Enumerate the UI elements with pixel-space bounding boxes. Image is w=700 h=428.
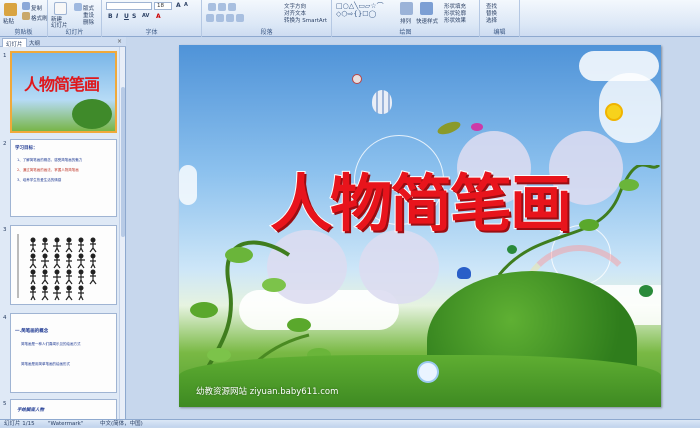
tab-slides[interactable]: 幻灯片 xyxy=(2,38,27,48)
slide-thumbnail-3[interactable] xyxy=(10,225,117,305)
pink-flower-icon xyxy=(471,123,483,131)
copy-button[interactable]: 复制 xyxy=(31,4,42,12)
panel-tabs: 幻灯片 大纲 × xyxy=(0,37,126,48)
justify-icon[interactable] xyxy=(236,14,244,22)
paragraph-group-label: 段落 xyxy=(260,29,273,36)
align-right-icon[interactable] xyxy=(226,14,234,22)
white-flower-icon xyxy=(419,363,437,381)
slides-panel: 幻灯片 大纲 × 1 人物简笔画 2 学习目标： 1、了解简笔画的概念，感受简笔… xyxy=(0,37,126,419)
indent-icon[interactable] xyxy=(228,3,236,11)
slide-title[interactable]: 人物简笔画 xyxy=(179,153,661,243)
editing-group: 查找 替换 选择 编辑 xyxy=(480,0,520,37)
slide-thumbnail-1[interactable]: 人物简笔画 xyxy=(10,51,117,133)
hot-air-balloon-icon xyxy=(372,90,392,114)
shape-effects-button[interactable]: 形状效果 xyxy=(444,16,466,24)
tree-shape xyxy=(72,99,112,129)
font-color-button[interactable]: A xyxy=(156,13,161,20)
thumb-line: 简笔画是用简单笔画的绘画形式 xyxy=(21,362,70,366)
drawing-group-label: 绘图 xyxy=(399,29,412,36)
format-painter-icon[interactable] xyxy=(22,12,30,20)
scrollbar-thumb[interactable] xyxy=(121,87,125,237)
thumb-number: 3 xyxy=(3,227,7,233)
balloon-icon xyxy=(352,74,362,84)
new-slide-icon[interactable] xyxy=(54,2,67,15)
char-spacing-icon[interactable]: AV xyxy=(142,13,149,19)
slides-group-label: 幻灯片 xyxy=(65,29,84,36)
arrange-button[interactable]: 排列 xyxy=(400,17,411,25)
figure-grid-drawing xyxy=(17,234,97,301)
shapes-gallery-row2-icon[interactable]: ◇⬡⇨{}☐◯ xyxy=(336,10,376,18)
font-group-label: 字体 xyxy=(145,29,158,36)
panel-scrollbar[interactable] xyxy=(119,47,125,419)
thumb-number: 2 xyxy=(3,141,7,147)
yellow-flower-icon xyxy=(607,105,621,119)
tab-outline[interactable]: 大纲 xyxy=(26,38,43,47)
thumb-heading: 一.简笔画的概念 xyxy=(15,329,49,334)
slide-thumbnail-4[interactable]: 一.简笔画的概念 简笔画是一种人们喜闻乐见的绘画方式 简笔画是用简单笔画的绘画形… xyxy=(10,313,117,393)
grass-shape xyxy=(179,355,661,407)
close-icon[interactable]: × xyxy=(117,38,122,45)
clipboard-group: 粘贴 复制 格式刷 剪贴板 xyxy=(0,0,48,37)
thumb-title: 人物简笔画 xyxy=(24,75,100,94)
slide-canvas[interactable]: 人物简笔画 幼教资源网站 ziyuan.baby611.com xyxy=(179,45,661,407)
paragraph-group: 文字方向 对齐文本 转换为 SmartArt 段落 xyxy=(202,0,332,37)
quick-styles-button[interactable]: 快速样式 xyxy=(416,17,438,25)
thumb-line: 简笔画是一种人们喜闻乐见的绘画方式 xyxy=(21,342,81,346)
select-button[interactable]: 选择 xyxy=(486,16,497,24)
slide-thumbnail-5[interactable]: 手绘脚底人物 xyxy=(10,399,117,419)
drawing-group: □○△╲▭▱☆⌒ ◇⬡⇨{}☐◯ 排列 快速样式 形状填充 形状轮廓 形状效果 … xyxy=(332,0,480,37)
thumb-number: 1 xyxy=(3,53,7,59)
strikethrough-button[interactable]: S xyxy=(132,13,136,20)
underline-button[interactable]: U xyxy=(124,13,129,20)
thumb-number: 4 xyxy=(3,315,7,321)
align-left-icon[interactable] xyxy=(206,14,214,22)
format-painter-button[interactable]: 格式刷 xyxy=(31,14,48,22)
thumb-number: 5 xyxy=(3,401,7,407)
butterfly-icon xyxy=(639,285,653,297)
bold-button[interactable]: B xyxy=(108,13,113,20)
slide-editor: 人物简笔画 幼教资源网站 ziyuan.baby611.com xyxy=(127,37,700,419)
bullets-icon[interactable] xyxy=(208,3,216,11)
delete-button[interactable]: 删除 xyxy=(83,18,94,26)
cut-icon[interactable] xyxy=(22,2,30,10)
thumb-line: 2、通过简笔画的画法，掌握人物简笔画 xyxy=(17,168,79,172)
paste-icon[interactable] xyxy=(4,3,17,16)
shrink-font-icon[interactable]: A xyxy=(184,2,188,8)
thumb-heading: 手绘脚底人物 xyxy=(17,408,44,413)
arrange-icon[interactable] xyxy=(400,2,413,15)
font-group: 18 A A B I U S AV A 字体 xyxy=(102,0,202,37)
align-center-icon[interactable] xyxy=(216,14,224,22)
numbering-icon[interactable] xyxy=(218,3,226,11)
slide-thumbnail-2[interactable]: 学习目标： 1、了解简笔画的概念，感受简笔画的魅力 2、通过简笔画的画法，掌握人… xyxy=(10,139,117,217)
ribbon: 粘贴 复制 格式刷 剪贴板 新建 幻灯片 版式 重设 删除 幻灯片 18 A A… xyxy=(0,0,700,37)
butterfly-icon xyxy=(507,245,517,254)
slide-watermark: 幼教资源网站 ziyuan.baby611.com xyxy=(196,387,339,397)
paste-button[interactable]: 粘贴 xyxy=(3,17,14,25)
font-name-combo[interactable] xyxy=(106,2,152,10)
thumb-line: 1、了解简笔画的概念，感受简笔画的魅力 xyxy=(17,158,83,162)
thumb-heading: 学习目标： xyxy=(15,146,38,151)
grow-font-icon[interactable]: A xyxy=(176,2,181,9)
bird-icon xyxy=(436,119,462,137)
butterfly-icon xyxy=(457,267,471,279)
thumb-line: 3、培养学生热爱生活的情感 xyxy=(17,178,62,182)
slides-group: 新建 幻灯片 版式 重设 删除 幻灯片 xyxy=(48,0,102,37)
quick-styles-icon[interactable] xyxy=(420,2,433,15)
clipboard-group-label: 剪贴板 xyxy=(14,29,33,36)
font-size-combo[interactable]: 18 xyxy=(154,2,172,10)
editing-group-label: 编辑 xyxy=(493,29,506,36)
italic-button[interactable]: I xyxy=(116,13,118,20)
status-bar: 幻灯片 1/15 "Watermark" 中文(简体，中国) xyxy=(0,419,700,427)
layout-icon[interactable] xyxy=(74,3,82,11)
smartart-button[interactable]: 转换为 SmartArt xyxy=(284,16,327,24)
